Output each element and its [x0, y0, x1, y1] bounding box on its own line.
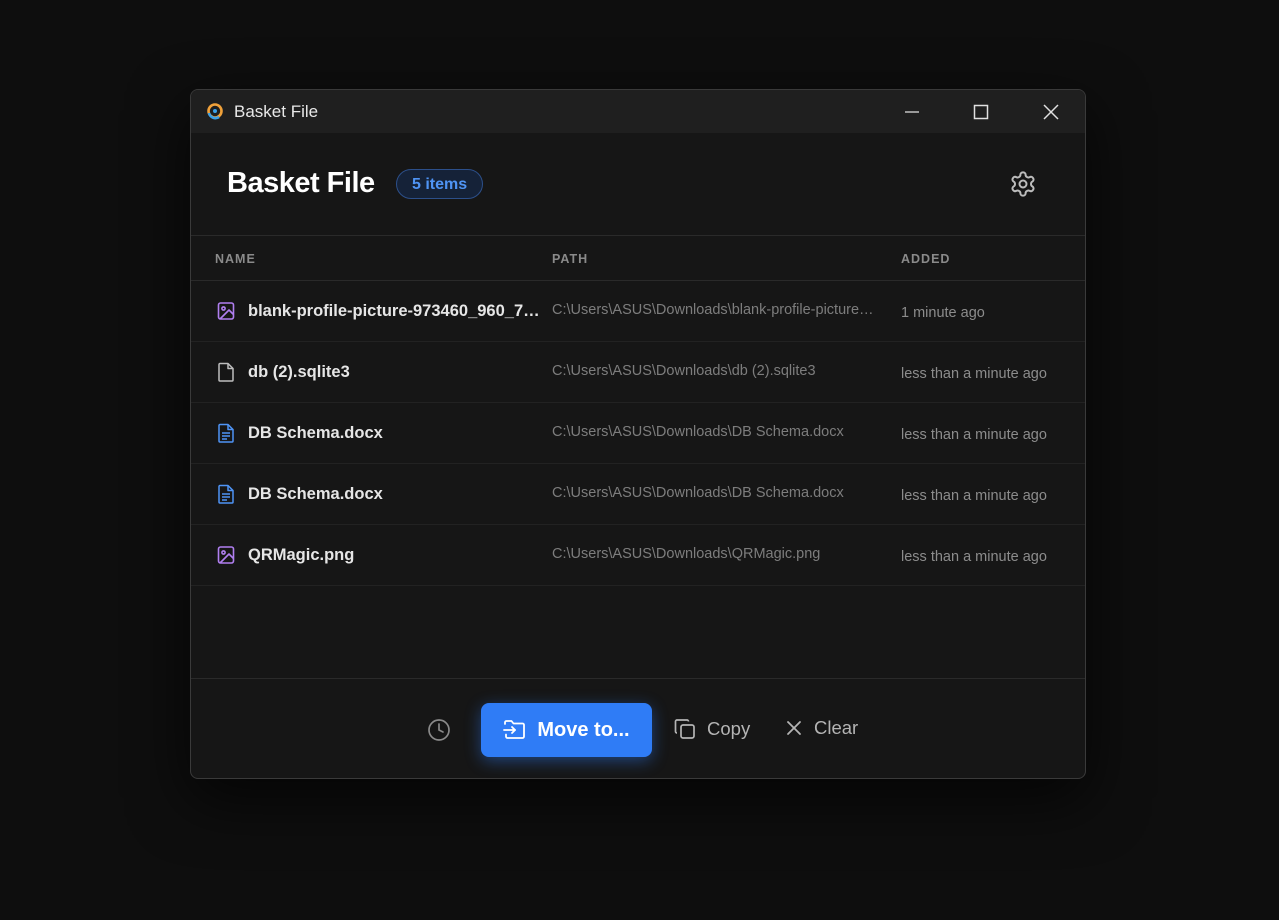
- folder-move-icon: [503, 720, 526, 739]
- file-added-time: less than a minute ago: [901, 488, 1047, 504]
- file-path: C:\Users\ASUS\Downloads\DB Schema.docx: [552, 485, 844, 501]
- window-title: Basket File: [234, 102, 319, 121]
- app-window: Basket File Basket File 5 items NAME PAT…: [190, 89, 1086, 779]
- minimize-button[interactable]: [877, 90, 947, 133]
- copy-label: Copy: [707, 718, 751, 739]
- file-path: C:\Users\ASUS\Downloads\DB Schema.docx: [552, 424, 844, 440]
- maximize-icon: [973, 104, 989, 119]
- image-file-icon: [217, 302, 235, 320]
- move-to-button[interactable]: Move to...: [481, 703, 652, 757]
- copy-icon: [674, 719, 695, 739]
- table-row[interactable]: db (2).sqlite3 C:\Users\ASUS\Downloads\d…: [191, 342, 1085, 403]
- history-clock-icon[interactable]: [427, 718, 451, 742]
- file-name: DB Schema.docx: [248, 424, 383, 442]
- clear-button[interactable]: Clear: [784, 717, 858, 739]
- close-button[interactable]: [1016, 90, 1085, 133]
- file-added-time: less than a minute ago: [901, 366, 1047, 382]
- file-path: C:\Users\ASUS\Downloads\blank-profile-pi…: [552, 302, 874, 318]
- clear-x-icon: [787, 721, 801, 735]
- page-title: Basket File: [227, 167, 375, 199]
- file-path: C:\Users\ASUS\Downloads\QRMagic.png: [552, 546, 821, 562]
- file-path: C:\Users\ASUS\Downloads\db (2).sqlite3: [552, 363, 816, 379]
- table-header: NAME PATH ADDED: [191, 236, 1085, 281]
- column-header-path: PATH: [552, 252, 589, 266]
- item-count-badge: 5 items: [396, 169, 484, 199]
- move-to-label: Move to...: [537, 718, 630, 741]
- app-logo-icon: [207, 103, 223, 120]
- file-table: NAME PATH ADDED blank-profile-picture-97…: [191, 236, 1085, 586]
- table-row[interactable]: DB Schema.docx C:\Users\ASUS\Downloads\D…: [191, 464, 1085, 525]
- action-bar: Move to... Copy Clear: [191, 678, 1085, 778]
- settings-gear-icon[interactable]: [1009, 170, 1037, 198]
- column-header-name: NAME: [215, 252, 256, 266]
- header: Basket File 5 items: [191, 133, 1085, 236]
- generic-file-icon: [218, 362, 234, 382]
- file-name: QRMagic.png: [248, 546, 355, 564]
- document-file-icon: [218, 423, 234, 443]
- table-row[interactable]: QRMagic.png C:\Users\ASUS\Downloads\QRMa…: [191, 525, 1085, 586]
- table-row[interactable]: blank-profile-picture-973460_960_720.png…: [191, 281, 1085, 342]
- close-icon: [1043, 103, 1059, 120]
- maximize-button[interactable]: [946, 90, 1016, 133]
- file-name: blank-profile-picture-973460_960_720.png: [248, 302, 544, 320]
- file-added-time: less than a minute ago: [901, 549, 1047, 565]
- file-name: db (2).sqlite3: [248, 363, 350, 381]
- table-row[interactable]: DB Schema.docx C:\Users\ASUS\Downloads\D…: [191, 403, 1085, 464]
- document-file-icon: [218, 484, 234, 504]
- image-file-icon: [217, 546, 235, 564]
- column-header-added: ADDED: [901, 252, 951, 266]
- clear-label: Clear: [814, 717, 859, 738]
- file-added-time: less than a minute ago: [901, 427, 1047, 443]
- file-name: DB Schema.docx: [248, 485, 383, 503]
- copy-button[interactable]: Copy: [673, 717, 750, 741]
- minimize-icon: [905, 110, 919, 113]
- file-added-time: 1 minute ago: [901, 305, 985, 321]
- title-bar[interactable]: Basket File: [191, 90, 1085, 133]
